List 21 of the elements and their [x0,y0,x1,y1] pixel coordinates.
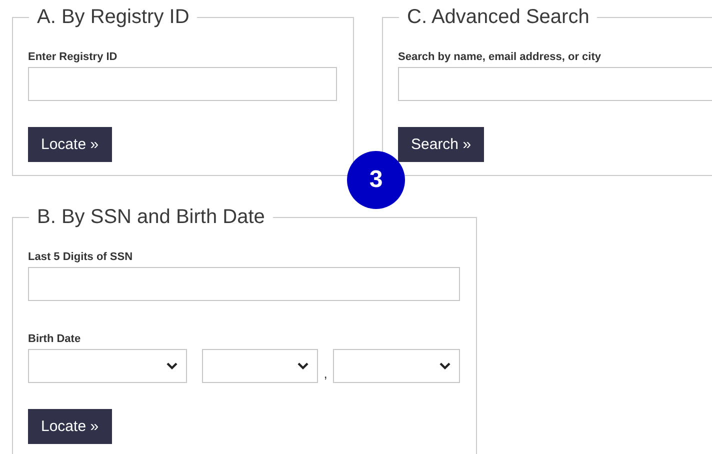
dropdown[interactable] [333,349,460,383]
section-title: A. By Registry ID [36,5,190,30]
dropdown[interactable] [202,349,318,383]
text-field[interactable] [398,67,712,101]
chevron-icon [297,362,309,370]
field-label: Birth Date [28,332,82,346]
field-label: Enter Registry ID [28,50,118,64]
submit-button[interactable]: Locate » [28,409,112,444]
step-badge: 3 [347,151,405,209]
chevron-icon [439,362,451,370]
separator: , [322,365,328,383]
submit-button[interactable]: Locate » [28,127,112,162]
text-field[interactable] [28,67,337,101]
field-label: Last 5 Digits of SSN [28,250,134,264]
section-title: C. Advanced Search [406,5,590,30]
field-label: Search by name, email address, or city [398,50,602,64]
text-field[interactable] [28,267,460,301]
section-title: B. By SSN and Birth Date [36,205,266,230]
chevron-icon [166,362,178,370]
dropdown[interactable] [28,349,187,383]
submit-button[interactable]: Search » [398,127,484,162]
